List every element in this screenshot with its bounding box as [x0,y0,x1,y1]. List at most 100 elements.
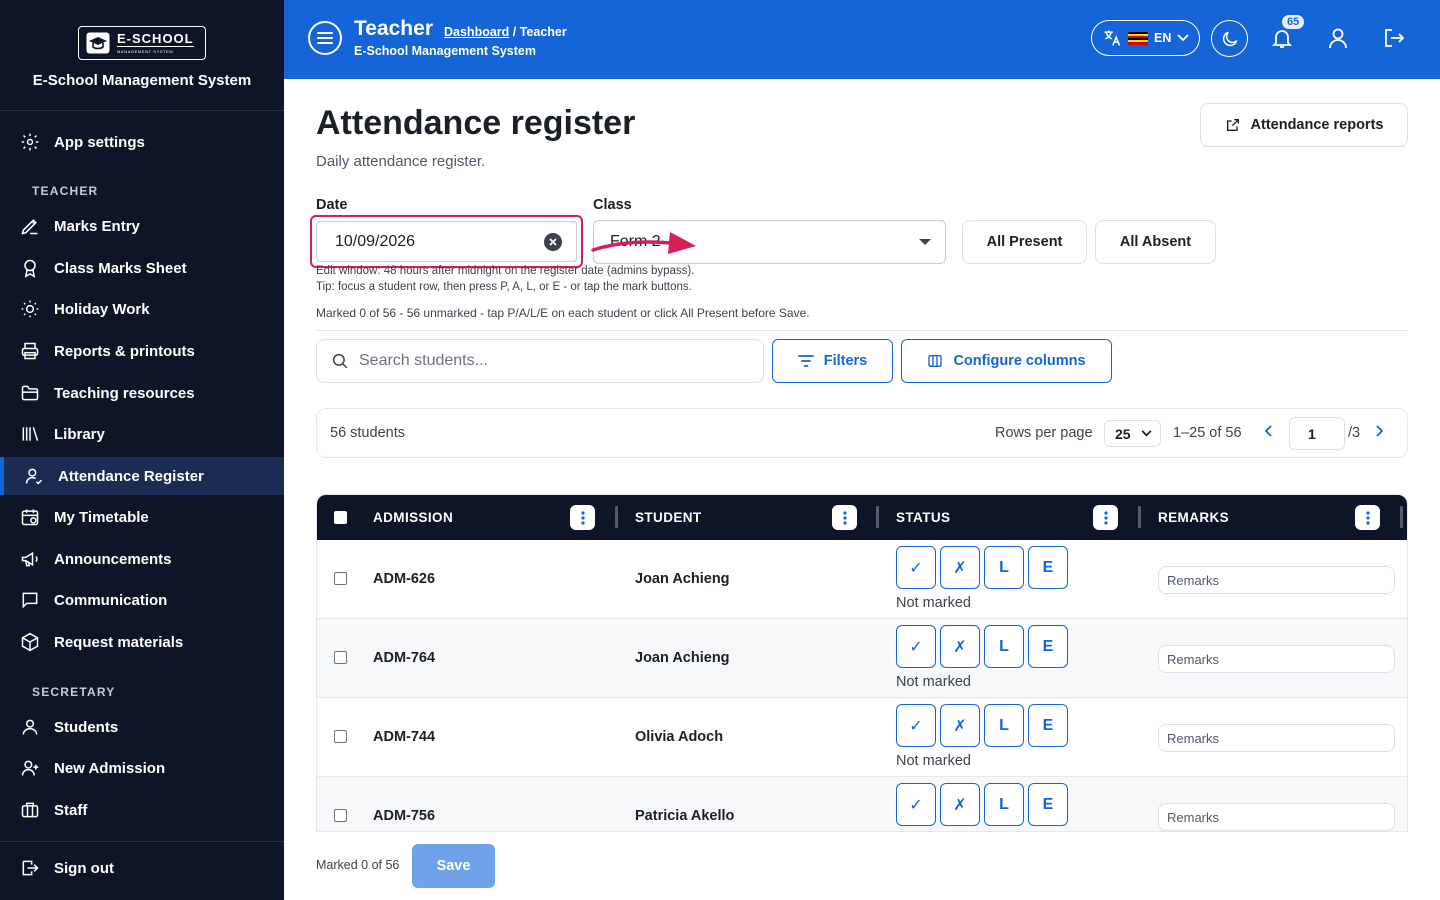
all-absent-button[interactable]: All Absent [1095,220,1216,264]
flag-icon [1128,31,1148,45]
mark-absent-button[interactable]: ✗ [940,704,980,747]
attendance-reports-label: Attendance reports [1250,117,1384,133]
attendance-reports-button[interactable]: Attendance reports [1200,103,1408,147]
sidebar-item-students[interactable]: Students [0,708,284,746]
sidebar-item-label: Attendance Register [58,467,204,485]
sidebar-item-communication[interactable]: Communication [0,581,284,619]
theme-toggle-button[interactable] [1211,20,1248,57]
mark-present-button[interactable]: ✓ [896,783,936,826]
edit-window-hint: Edit window: 48 hours after midnight on … [316,265,695,277]
megaphone-icon [21,551,38,567]
configure-columns-label: Configure columns [953,353,1086,369]
logout-button[interactable] [1382,26,1406,55]
graduation-cap-icon [85,31,111,55]
mark-absent-button[interactable]: ✗ [940,625,980,668]
sidebar-item-new-admission[interactable]: New Admission [0,749,284,787]
date-value: 10/09/2026 [335,232,416,250]
hamburger-icon [317,32,333,44]
mark-late-button[interactable]: L [984,704,1024,747]
mark-late-button[interactable]: L [984,783,1024,826]
remarks-input[interactable]: Remarks [1158,645,1395,673]
all-present-button[interactable]: All Present [962,220,1087,264]
language-label: EN [1154,31,1172,45]
row-checkbox[interactable] [334,730,347,743]
language-selector[interactable]: EN [1091,20,1200,56]
mark-excused-button[interactable]: E [1028,625,1068,668]
sidebar-item-class-marks-sheet[interactable]: Class Marks Sheet [0,249,284,287]
sidebar-item-label: Students [54,718,119,736]
table-row[interactable]: ADM-756 Patricia Akello ✓ ✗ L E Remarks [317,777,1407,831]
save-button[interactable]: Save [412,844,495,888]
sidebar-item-my-timetable[interactable]: My Timetable [0,498,284,536]
column-header-student: STUDENT [635,510,702,525]
next-page-button[interactable] [1375,424,1384,442]
chevron-left-icon [1264,425,1272,437]
total-pages: /3 [1348,425,1361,441]
sidebar-item-label: Sign out [54,859,114,877]
notifications-button[interactable] [1270,26,1294,55]
column-menu-button[interactable] [1093,505,1118,530]
row-checkbox[interactable] [334,572,347,585]
pagination-bar: 56 students Rows per page 25 1–25 of 56 … [316,408,1408,458]
sidebar-item-staff[interactable]: Staff [0,791,284,829]
admission-cell: ADM-756 [373,808,436,824]
row-checkbox[interactable] [334,651,347,664]
mark-excused-button[interactable]: E [1028,704,1068,747]
sidebar-item-reports-printouts[interactable]: Reports & printouts [0,332,284,370]
column-header-admission: ADMISSION [373,510,454,525]
column-resize-handle[interactable] [615,506,618,528]
page-title: Attendance register [316,104,636,142]
configure-columns-button[interactable]: Configure columns [901,339,1112,383]
previous-page-button[interactable] [1264,424,1273,442]
mark-late-button[interactable]: L [984,546,1024,589]
mark-late-button[interactable]: L [984,625,1024,668]
breadcrumb-current: / Teacher [512,25,567,39]
search-input[interactable]: Search students... [316,339,764,383]
date-field[interactable]: 10/09/2026 [310,215,583,268]
clear-date-icon[interactable] [544,232,562,251]
page-number-input[interactable]: 1 [1289,417,1345,450]
remarks-input[interactable]: Remarks [1158,724,1395,752]
mark-present-button[interactable]: ✓ [896,625,936,668]
logo[interactable]: E-SCHOOL MANAGEMENT SYSTEM [78,26,206,60]
mark-present-button[interactable]: ✓ [896,704,936,747]
select-all-checkbox[interactable] [334,511,347,524]
marked-count: Marked 0 of 56 [316,858,400,872]
sidebar-item-library[interactable]: Library [0,415,284,453]
mark-absent-button[interactable]: ✗ [940,783,980,826]
annotation-arrow-icon [591,232,696,254]
filters-button[interactable]: Filters [772,339,893,383]
sidebar-item-teaching-resources[interactable]: Teaching resources [0,374,284,412]
breadcrumb-dashboard-link[interactable]: Dashboard [444,25,509,39]
menu-toggle-button[interactable] [308,21,342,55]
profile-button[interactable] [1326,26,1350,55]
sidebar-item-attendance-register[interactable]: Attendance Register [0,457,284,495]
sidebar-item-holiday-work[interactable]: Holiday Work [0,290,284,328]
remarks-input[interactable]: Remarks [1158,803,1395,831]
remarks-placeholder: Remarks [1167,572,1220,588]
rows-per-page-select[interactable]: 25 [1104,420,1161,447]
sidebar-item-app-settings[interactable]: App settings [0,123,284,161]
column-menu-button[interactable] [570,505,595,530]
sidebar-item-announcements[interactable]: Announcements [0,540,284,578]
header-subtitle: E-School Management System [354,44,536,58]
sidebar-item-sign-out[interactable]: Sign out [0,849,284,887]
column-menu-button[interactable] [832,505,857,530]
mark-present-button[interactable]: ✓ [896,546,936,589]
mark-excused-button[interactable]: E [1028,783,1068,826]
row-checkbox[interactable] [334,809,347,822]
top-header: Teacher Dashboard / Teacher E-School Man… [284,0,1440,79]
remarks-input[interactable]: Remarks [1158,566,1395,594]
sidebar-item-request-materials[interactable]: Request materials [0,623,284,661]
mark-excused-button[interactable]: E [1028,546,1068,589]
table-row[interactable]: ADM-764 Joan Achieng ✓ ✗ L E Not marked … [317,619,1407,698]
chevron-down-icon [1177,34,1190,42]
column-resize-handle[interactable] [876,506,879,528]
column-resize-handle[interactable] [1138,506,1141,528]
table-row[interactable]: ADM-626 Joan Achieng ✓ ✗ L E Not marked … [317,540,1407,619]
sidebar-item-marks-entry[interactable]: Marks Entry [0,207,284,245]
mark-absent-button[interactable]: ✗ [940,546,980,589]
column-menu-button[interactable] [1355,505,1380,530]
table-row[interactable]: ADM-744 Olivia Adoch ✓ ✗ L E Not marked … [317,698,1407,777]
column-resize-handle[interactable] [1400,506,1403,528]
